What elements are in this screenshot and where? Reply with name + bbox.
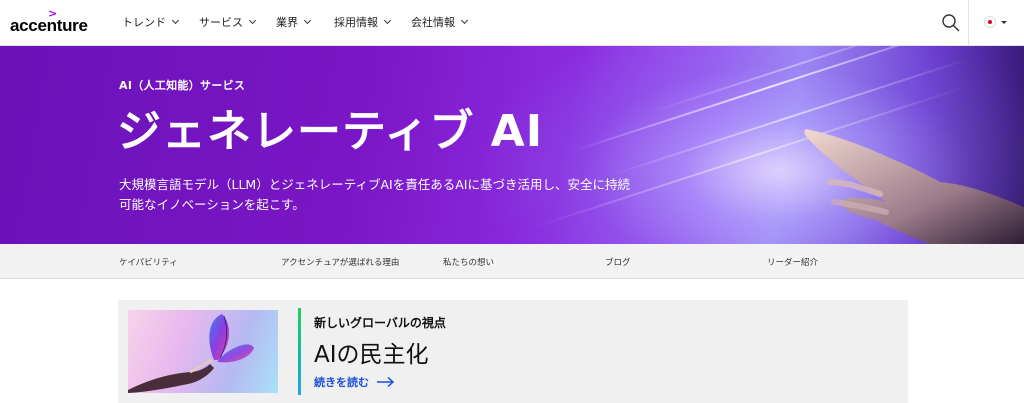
nav-item-label: トレンド xyxy=(122,16,166,29)
nav-item-careers[interactable]: 採用情報 xyxy=(334,14,392,30)
card-kicker: 新しいグローバルの視点 xyxy=(314,316,446,330)
logo-text: accenture xyxy=(10,16,88,35)
hero-eyebrow: AI（人工知能）サービス xyxy=(119,79,246,92)
featured-card[interactable]: 新しいグローバルの視点 AIの民主化 続きを読む xyxy=(118,300,908,403)
featured-thumbnail xyxy=(128,310,278,393)
hero-banner: AI（人工知能）サービス ジェネレーティブ AI 大規模言語モデル（LLM）とジ… xyxy=(0,46,1024,244)
chevron-down-icon xyxy=(248,16,257,25)
arrow-right-icon xyxy=(377,377,395,387)
hand-illustration xyxy=(804,129,1024,244)
accenture-logo[interactable]: > accenture xyxy=(10,8,88,38)
nav-item-label: 業界 xyxy=(276,16,298,29)
language-selector[interactable] xyxy=(984,14,1014,30)
butterfly-hand-image xyxy=(128,314,254,393)
subnav-item-blog[interactable]: ブログ xyxy=(605,256,631,268)
card-accent-bar xyxy=(298,308,301,395)
subnav-item-why-accenture[interactable]: アクセンチュアが選ばれる理由 xyxy=(281,256,399,268)
top-navigation: > accenture トレンド サービス 業界 採用情報 会社情報 xyxy=(0,0,1024,46)
subnav-item-leaders[interactable]: リーダー紹介 xyxy=(767,256,818,268)
nav-item-label: 採用情報 xyxy=(334,16,378,29)
read-more-label: 続きを読む xyxy=(314,376,369,389)
read-more-link[interactable]: 続きを読む xyxy=(314,374,395,390)
chevron-down-icon xyxy=(171,16,180,25)
nav-item-about[interactable]: 会社情報 xyxy=(411,14,469,30)
section-navigation: ケイパビリティ アクセンチュアが選ばれる理由 私たちの想い ブログ リーダー紹介 xyxy=(0,244,1024,279)
hero-description: 大規模言語モデル（LLM）とジェネレーティブAIを責任あるAIに基づき活用し、安… xyxy=(119,177,630,212)
caret-down-icon xyxy=(1001,20,1007,24)
nav-item-label: サービス xyxy=(199,16,243,29)
chevron-down-icon xyxy=(383,16,392,25)
subnav-item-capabilities[interactable]: ケイパビリティ xyxy=(119,256,178,268)
japan-flag-icon xyxy=(984,16,996,28)
nav-item-label: 会社情報 xyxy=(411,16,455,29)
nav-item-industries[interactable]: 業界 xyxy=(276,14,312,30)
search-button[interactable] xyxy=(941,13,961,33)
search-icon xyxy=(942,14,960,32)
nav-item-services[interactable]: サービス xyxy=(199,14,257,30)
card-title: AIの民主化 xyxy=(314,342,429,368)
nav-item-trends[interactable]: トレンド xyxy=(122,14,180,30)
chevron-down-icon xyxy=(303,16,312,25)
chevron-down-icon xyxy=(460,16,469,25)
nav-divider xyxy=(968,0,969,46)
hero-title: ジェネレーティブ AI xyxy=(117,106,544,157)
subnav-item-our-thinking[interactable]: 私たちの想い xyxy=(443,256,494,268)
